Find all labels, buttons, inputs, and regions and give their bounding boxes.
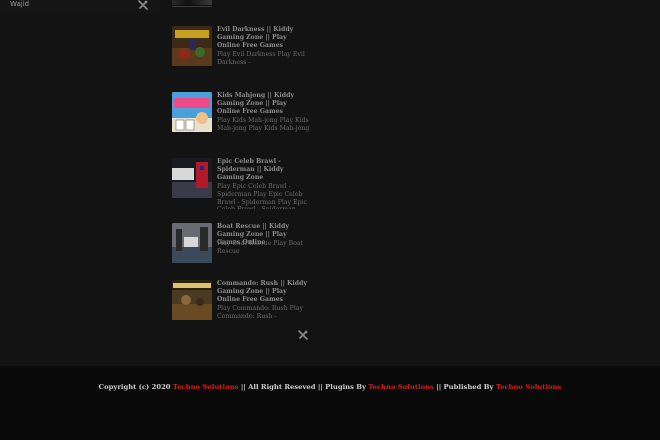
post-thumbnail[interactable]: [172, 223, 212, 263]
post-thumbnail[interactable]: [172, 158, 212, 198]
list-item[interactable]: Epic Celeb Brawl - Spiderman || Kiddy Ga…: [172, 158, 312, 218]
previous-post-thumbnail[interactable]: [172, 0, 212, 7]
site-footer: Copyright (c) 2020 Techno Solutions || A…: [0, 366, 660, 440]
brand-link[interactable]: Techno Solutions: [173, 383, 239, 391]
post-thumbnail[interactable]: [172, 26, 212, 66]
list-item[interactable]: Boat Rescue || Kiddy Gaming Zone || Play…: [172, 223, 312, 283]
plugins-brand-link[interactable]: Techno Solutions: [368, 383, 434, 391]
publisher-brand-link[interactable]: Techno Solutions: [496, 383, 562, 391]
post-excerpt: Play Epic Celeb Brawl - Spiderman Play E…: [217, 183, 307, 209]
post-title[interactable]: Commando: Rush || Kiddy Gaming Zone || P…: [217, 280, 309, 304]
list-item[interactable]: Evil Darkness || Kiddy Gaming Zone || Pl…: [172, 26, 312, 86]
wrench-screwdriver-icon[interactable]: [138, 0, 148, 10]
copyright-middle: || All Right Reseved || Plugins By: [240, 383, 366, 391]
post-excerpt: Play Evil Darkness Play Evil Darkness -: [217, 51, 305, 66]
author-name[interactable]: Wajid: [10, 0, 29, 8]
post-excerpt: Play Kids Mah-jong Play Kids Mah-jong Pl…: [217, 117, 310, 132]
wrench-screwdriver-icon[interactable]: [298, 330, 308, 340]
list-item[interactable]: Kids Mahjong || Kiddy Gaming Zone || Pla…: [172, 92, 312, 152]
post-thumbnail[interactable]: [172, 92, 212, 132]
post-excerpt: Play Boat Rescue Play Boat Rescue: [217, 240, 304, 255]
post-title[interactable]: Kids Mahjong || Kiddy Gaming Zone || Pla…: [217, 92, 309, 116]
post-title[interactable]: Epic Celeb Brawl - Spiderman || Kiddy Ga…: [217, 158, 309, 182]
list-item[interactable]: Commando: Rush || Kiddy Gaming Zone || P…: [172, 280, 312, 340]
post-thumbnail[interactable]: [172, 280, 212, 320]
copyright-prefix: Copyright (c) 2020: [98, 383, 171, 391]
post-excerpt: Play Commando: Rush Play Commando: Rush …: [217, 305, 303, 320]
published-by-text: || Published By: [436, 383, 494, 391]
post-title[interactable]: Evil Darkness || Kiddy Gaming Zone || Pl…: [217, 26, 309, 50]
copyright-text: Copyright (c) 2020 Techno Solutions || A…: [0, 383, 660, 391]
